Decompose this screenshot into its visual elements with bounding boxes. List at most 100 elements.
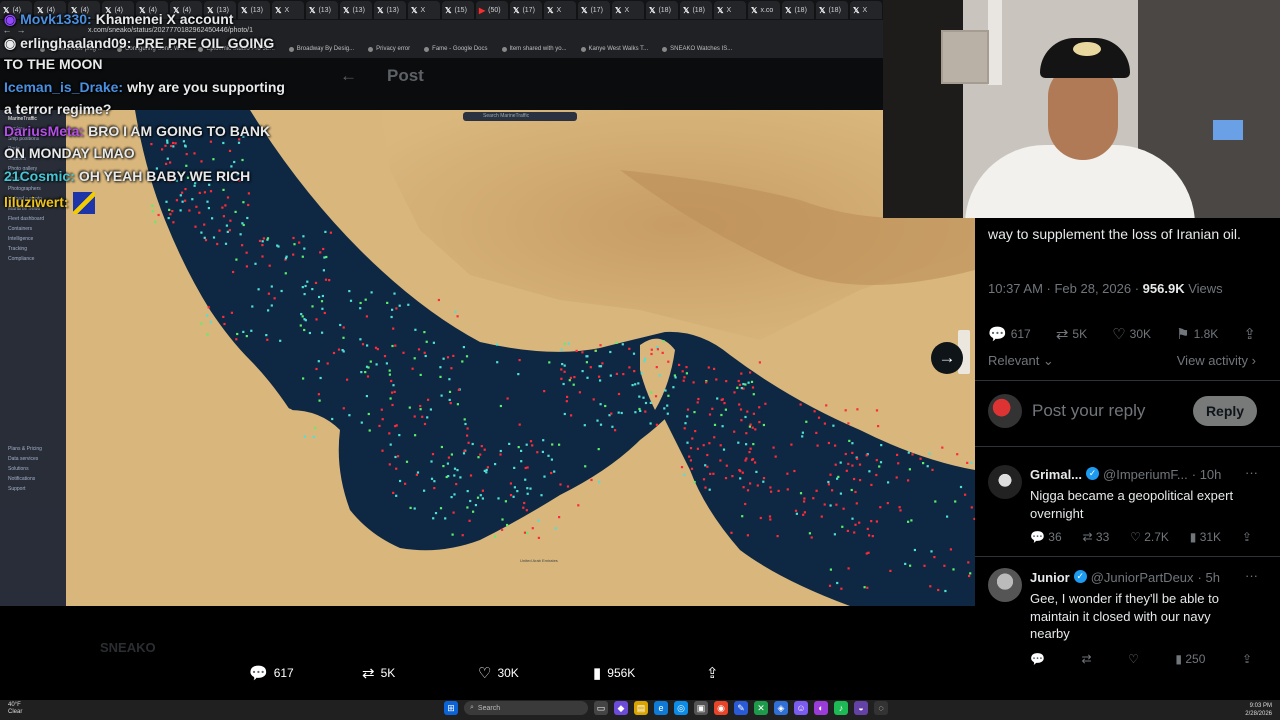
ship-marker[interactable] (769, 518, 772, 521)
ship-marker[interactable] (713, 436, 716, 439)
ship-marker[interactable] (232, 270, 235, 274)
ship-marker[interactable] (777, 489, 780, 492)
ship-marker[interactable] (739, 408, 743, 411)
ship-marker[interactable] (258, 239, 262, 242)
ship-marker[interactable] (801, 435, 804, 438)
ship-marker[interactable] (465, 355, 469, 358)
media-share-button[interactable]: ⇪ (706, 664, 719, 682)
ship-marker[interactable] (212, 158, 215, 161)
ship-marker[interactable] (472, 510, 475, 513)
ship-marker[interactable] (730, 531, 733, 534)
ship-marker[interactable] (311, 305, 314, 308)
ship-marker[interactable] (749, 423, 752, 426)
ship-marker[interactable] (413, 357, 416, 360)
ship-marker[interactable] (904, 562, 907, 565)
ship-marker[interactable] (525, 443, 528, 446)
ship-marker[interactable] (388, 369, 391, 372)
ship-marker[interactable] (157, 213, 160, 217)
ship-marker[interactable] (966, 461, 969, 464)
ship-marker[interactable] (540, 494, 543, 497)
ship-marker[interactable] (397, 455, 400, 458)
ship-marker[interactable] (694, 430, 697, 433)
browser-tab[interactable]: 𝕏 (18) (646, 1, 678, 19)
map-sidebar-item[interactable]: Data services (0, 454, 66, 464)
ship-marker[interactable] (368, 429, 371, 432)
ship-marker[interactable] (628, 366, 631, 369)
ship-marker[interactable] (721, 425, 724, 428)
ship-marker[interactable] (360, 371, 363, 374)
ship-marker[interactable] (430, 460, 433, 463)
ship-marker[interactable] (633, 370, 636, 373)
reply-icon[interactable]: 💬 (1030, 652, 1045, 666)
ship-marker[interactable] (284, 257, 288, 260)
ship-marker[interactable] (520, 449, 523, 452)
ship-marker[interactable] (237, 141, 241, 144)
ship-marker[interactable] (871, 535, 874, 538)
ship-marker[interactable] (713, 367, 716, 370)
ship-marker[interactable] (284, 272, 287, 275)
ship-marker[interactable] (314, 426, 317, 429)
browser-tab[interactable]: 𝕏 (15) (442, 1, 474, 19)
ship-marker[interactable] (959, 485, 963, 489)
ship-marker[interactable] (466, 434, 469, 437)
ship-marker[interactable] (169, 213, 172, 216)
bookmark-item[interactable]: Privacy error (368, 46, 410, 52)
ship-marker[interactable] (896, 453, 899, 456)
ship-marker[interactable] (303, 435, 306, 438)
ship-marker[interactable] (392, 384, 395, 387)
app-icon[interactable]: ◒ (854, 701, 868, 715)
ship-marker[interactable] (846, 529, 849, 532)
ship-marker[interactable] (496, 361, 499, 364)
ship-marker[interactable] (599, 423, 603, 426)
ship-marker[interactable] (413, 507, 416, 510)
ship-marker[interactable] (868, 534, 871, 537)
ship-marker[interactable] (494, 535, 497, 538)
ship-marker[interactable] (450, 496, 453, 499)
ship-marker[interactable] (749, 447, 752, 450)
ship-marker[interactable] (746, 410, 749, 413)
ship-marker[interactable] (522, 506, 525, 509)
ship-marker[interactable] (742, 383, 745, 386)
ship-marker[interactable] (752, 412, 755, 415)
ship-marker[interactable] (466, 506, 469, 509)
browser-tab[interactable]: 𝕏X (850, 1, 882, 19)
ship-marker[interactable] (878, 465, 881, 468)
ship-marker[interactable] (301, 255, 304, 258)
ship-marker[interactable] (634, 411, 637, 414)
ship-marker[interactable] (858, 521, 861, 524)
media-replies-button[interactable]: 💬 617 (249, 664, 294, 682)
ship-marker[interactable] (529, 487, 532, 490)
more-options-icon[interactable]: ··· (1245, 465, 1258, 480)
ship-marker[interactable] (907, 520, 910, 523)
repost-button[interactable]: ⇄ 33 (1083, 530, 1110, 544)
ship-marker[interactable] (866, 527, 869, 530)
ship-marker[interactable] (907, 479, 910, 482)
ship-marker[interactable] (688, 455, 691, 458)
ship-marker[interactable] (292, 253, 295, 256)
ship-marker[interactable] (395, 467, 398, 470)
ship-marker[interactable] (693, 411, 696, 414)
browser-tab[interactable]: 𝕏X (272, 1, 304, 19)
ship-marker[interactable] (609, 350, 612, 354)
ship-marker[interactable] (946, 515, 949, 518)
ship-marker[interactable] (919, 457, 922, 460)
ship-marker[interactable] (446, 462, 449, 465)
ship-marker[interactable] (899, 509, 902, 512)
ship-marker[interactable] (754, 428, 757, 431)
ship-marker[interactable] (744, 459, 747, 462)
ship-marker[interactable] (452, 354, 455, 357)
ship-marker[interactable] (750, 380, 754, 383)
ship-marker[interactable] (690, 467, 694, 470)
ship-marker[interactable] (447, 456, 450, 459)
ship-marker[interactable] (526, 532, 529, 535)
ship-marker[interactable] (813, 410, 816, 413)
ship-marker[interactable] (300, 313, 303, 316)
ship-marker[interactable] (537, 519, 540, 522)
ship-marker[interactable] (803, 500, 806, 503)
ship-marker[interactable] (221, 206, 224, 209)
browser-tab[interactable]: 𝕏 (13) (306, 1, 338, 19)
ship-marker[interactable] (222, 141, 225, 145)
ship-marker[interactable] (594, 349, 597, 352)
ship-marker[interactable] (868, 470, 871, 473)
bookmark-item[interactable]: Broadway By Desig... (288, 46, 354, 52)
